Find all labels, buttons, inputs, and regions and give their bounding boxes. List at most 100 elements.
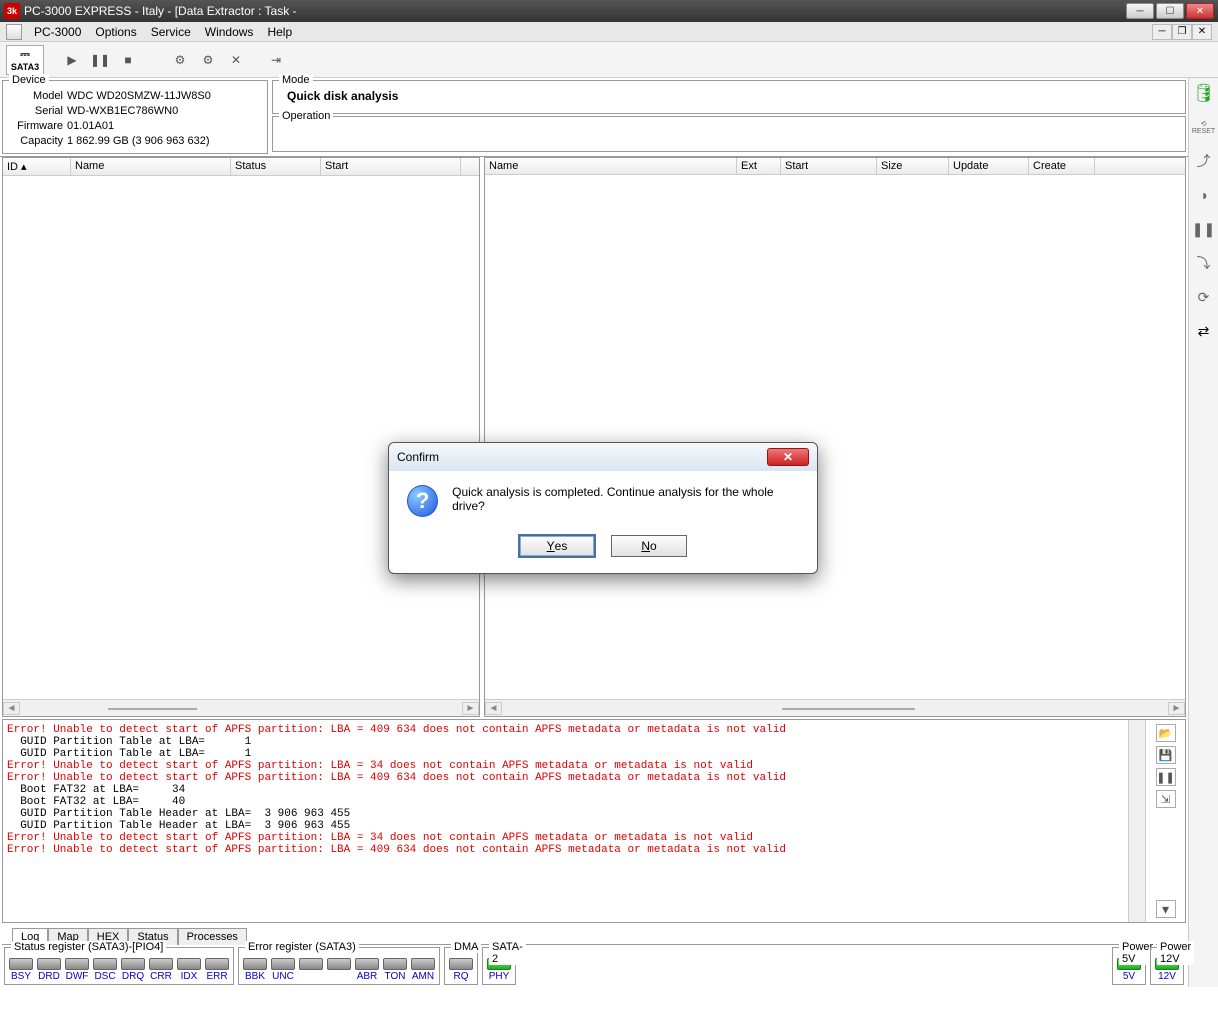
reg-error-legend: Error register (SATA3) <box>245 941 359 953</box>
database-icon[interactable]: 🛢 <box>1192 82 1216 104</box>
reg-status-legend: Status register (SATA3)-[PIO4] <box>11 941 166 953</box>
log-vscroll[interactable] <box>1128 720 1145 922</box>
operation-panel: Operation <box>272 116 1186 152</box>
register-led <box>383 958 407 970</box>
log-down-button[interactable]: ▾ <box>1156 900 1176 918</box>
device-panel: Device ModelWDC WD20SMZW-11JW8S0SerialWD… <box>2 80 268 154</box>
menu-options[interactable]: Options <box>89 23 142 41</box>
app-icon: 3k <box>4 3 20 19</box>
window-title: PC-3000 EXPRESS - Italy - [Data Extracto… <box>24 4 1126 18</box>
column-header[interactable]: ID ▴ <box>3 158 71 175</box>
right-hscroll[interactable]: ◄► <box>485 699 1185 716</box>
device-row: Firmware01.01A01 <box>9 119 261 134</box>
column-header[interactable]: Name <box>71 158 231 175</box>
register-cell: TON <box>383 958 407 982</box>
register-cell: BSY <box>9 958 33 982</box>
log-line: Error! Unable to detect start of APFS pa… <box>7 760 1124 772</box>
log-pause-button[interactable]: ❚❚ <box>1156 768 1176 786</box>
right-list-body[interactable] <box>485 175 1185 699</box>
reset-button[interactable]: ⟲RESET <box>1192 116 1216 138</box>
left-list-header[interactable]: ID ▴NameStatusStart <box>3 158 479 176</box>
register-led <box>299 958 323 970</box>
right-btn-3[interactable]: ⤴ <box>1192 150 1216 172</box>
confirm-dialog: Confirm ✕ ? Quick analysis is completed.… <box>388 442 818 574</box>
tool-gear2-button[interactable]: ⚙ <box>196 48 220 72</box>
register-cell <box>299 958 323 982</box>
column-header[interactable]: Ext <box>737 158 781 174</box>
right-btn-8[interactable]: ⇄ <box>1192 320 1216 342</box>
column-header[interactable]: Update <box>949 158 1029 174</box>
register-cell: ABR <box>355 958 379 982</box>
column-header[interactable]: Create <box>1029 158 1095 174</box>
no-button[interactable]: No <box>611 535 687 557</box>
minimize-button[interactable]: ─ <box>1126 3 1154 19</box>
register-led <box>411 958 435 970</box>
tool-wrench-button[interactable]: ✕ <box>224 48 248 72</box>
column-header[interactable]: Status <box>231 158 321 175</box>
mdi-restore-button[interactable]: ❐ <box>1172 24 1192 40</box>
document-icon <box>6 24 22 40</box>
reg-group-power5v: Power 5V 5V <box>1112 947 1146 985</box>
right-btn-7[interactable]: ⟳ <box>1192 286 1216 308</box>
register-label: DRQ <box>122 971 144 982</box>
register-led <box>205 958 229 970</box>
right-btn-4[interactable]: ◑ <box>1192 184 1216 206</box>
menu-service[interactable]: Service <box>145 23 197 41</box>
tab-processes[interactable]: Processes <box>178 928 247 945</box>
menu-help[interactable]: Help <box>261 23 298 41</box>
right-list-header[interactable]: NameExtStartSizeUpdateCreate <box>485 158 1185 175</box>
register-label: IDX <box>181 971 198 982</box>
tool-gear1-button[interactable]: ⚙ <box>168 48 192 72</box>
left-hscroll[interactable]: ◄► <box>3 699 479 716</box>
register-cell: CRR <box>149 958 173 982</box>
mode-value: Quick disk analysis <box>279 89 1179 103</box>
log-export-button[interactable]: ⇲ <box>1156 790 1176 808</box>
yes-button[interactable]: Yes <box>519 535 595 557</box>
play-button[interactable]: ▶ <box>60 48 84 72</box>
log-text[interactable]: Error! Unable to detect start of APFS pa… <box>3 720 1128 922</box>
device-label: Model <box>9 89 67 104</box>
maximize-button[interactable]: ☐ <box>1156 3 1184 19</box>
mode-panel: Mode Quick disk analysis <box>272 80 1186 114</box>
column-header[interactable]: Start <box>321 158 461 175</box>
log-line: GUID Partition Table at LBA= 1 <box>7 736 1124 748</box>
register-led <box>177 958 201 970</box>
menu-windows[interactable]: Windows <box>199 23 260 41</box>
sata-port-button[interactable]: ⎓ SATA3 <box>6 45 44 75</box>
register-cell: BBK <box>243 958 267 982</box>
right-toolbar: 🛢 ⟲RESET ⤴ ◑ ❚❚ ⤵ ⟳ ⇄ <box>1188 78 1218 987</box>
register-label: DWF <box>66 971 89 982</box>
register-cell: DRD <box>37 958 61 982</box>
log-line: GUID Partition Table Header at LBA= 3 90… <box>7 808 1124 820</box>
register-led <box>271 958 295 970</box>
right-btn-6[interactable]: ⤵ <box>1192 252 1216 274</box>
register-led <box>327 958 351 970</box>
left-list-body[interactable] <box>3 176 479 699</box>
register-led <box>149 958 173 970</box>
right-btn-5[interactable]: ❚❚ <box>1192 218 1216 240</box>
column-header[interactable]: Name <box>485 158 737 174</box>
device-label: Capacity <box>9 134 67 149</box>
log-save-button[interactable]: 💾 <box>1156 746 1176 764</box>
column-header[interactable]: Size <box>877 158 949 174</box>
mdi-close-button[interactable]: ✕ <box>1192 24 1212 40</box>
dialog-close-button[interactable]: ✕ <box>767 448 809 466</box>
register-led <box>243 958 267 970</box>
register-cell: RQ <box>449 958 473 982</box>
register-label: TON <box>385 971 406 982</box>
close-button[interactable]: ✕ <box>1186 3 1214 19</box>
mode-legend: Mode <box>279 74 313 86</box>
pause-button[interactable]: ❚❚ <box>88 48 112 72</box>
device-row: SerialWD-WXB1EC786WN0 <box>9 104 261 119</box>
log-line: Error! Unable to detect start of APFS pa… <box>7 832 1124 844</box>
log-open-button[interactable]: 📂 <box>1156 724 1176 742</box>
register-cell: IDX <box>177 958 201 982</box>
menu-pc3000[interactable]: PC-3000 <box>28 23 87 41</box>
column-header[interactable]: Start <box>781 158 877 174</box>
question-icon: ? <box>407 485 438 517</box>
mdi-minimize-button[interactable]: ─ <box>1152 24 1172 40</box>
stop-button[interactable]: ■ <box>116 48 140 72</box>
tool-exit-button[interactable]: ⇥ <box>264 48 288 72</box>
register-cell: DWF <box>65 958 89 982</box>
device-value: WD-WXB1EC786WN0 <box>67 104 261 119</box>
